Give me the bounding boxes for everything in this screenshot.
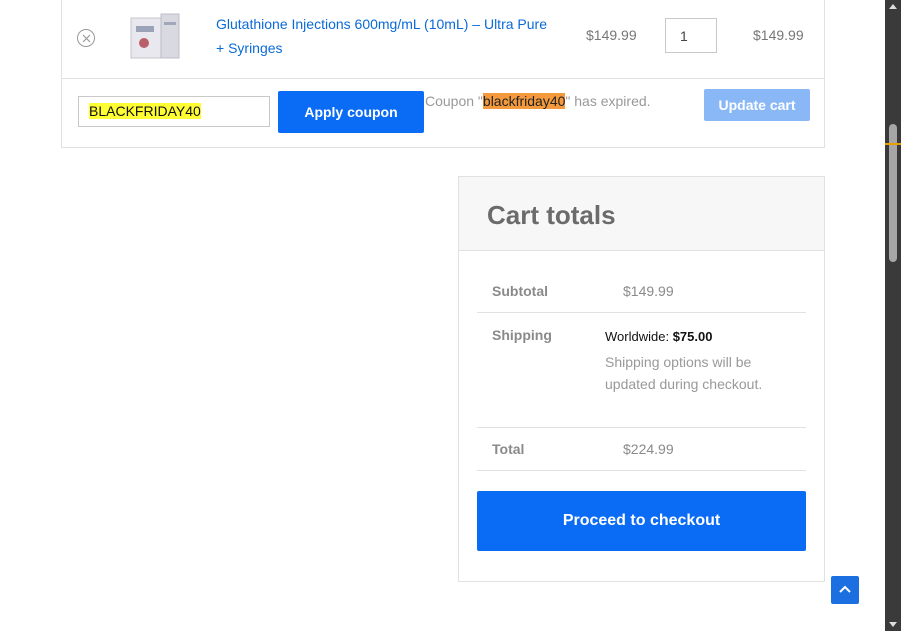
shipping-method: Worldwide: $75.00 [605,329,712,344]
product-name-link[interactable]: Glutathione Injections 600mg/mL (10mL) –… [216,12,556,60]
shipping-cost: $75.00 [672,329,713,344]
product-thumbnail[interactable] [128,12,182,62]
back-to-top-button[interactable] [831,576,859,604]
shipping-note: Shipping options will be updated during … [605,354,763,392]
update-cart-button[interactable]: Update cart [704,89,810,121]
product-subtotal: $149.99 [753,27,804,43]
coupon-message-prefix: Coupon " [425,93,483,109]
page-scrollbar[interactable] [885,0,901,631]
subtotal-label: Subtotal [492,283,548,299]
scroll-up-arrow-icon[interactable] [889,4,897,9]
quantity-input[interactable] [665,18,717,53]
remove-icon[interactable] [77,29,95,47]
cart-totals-header: Cart totals [459,177,824,251]
proceed-to-checkout-button[interactable]: Proceed to checkout [477,491,806,551]
total-label: Total [492,441,525,457]
cart-table: Glutathione Injections 600mg/mL (10mL) –… [61,0,825,148]
subtotal-value: $149.99 [623,283,674,299]
shipping-method-name: Worldwide: [605,329,670,344]
subtotal-row: Subtotal $149.99 [477,270,806,313]
cart-totals-panel: Cart totals Subtotal $149.99 Shipping Wo… [458,176,825,582]
coupon-code-input[interactable]: BLACKFRIDAY40 [78,96,270,127]
coupon-message-suffix: " has expired. [565,93,651,109]
cart-item-row: Glutathione Injections 600mg/mL (10mL) –… [62,0,824,79]
scroll-down-arrow-icon[interactable] [889,622,897,627]
product-price: $149.99 [586,27,637,43]
total-row: Total $224.99 [477,428,806,471]
total-value: $224.99 [623,441,674,457]
apply-coupon-button[interactable]: Apply coupon [278,91,424,133]
coupon-message-code: blackfriday40 [482,93,566,109]
chevron-up-icon [839,585,851,593]
shipping-label: Shipping [492,327,552,343]
coupon-expired-message: Coupon "blackfriday40" has expired. [425,93,651,109]
scroll-find-marker [885,143,901,145]
cart-totals-title: Cart totals [487,200,616,230]
coupon-code-value: BLACKFRIDAY40 [89,103,201,119]
